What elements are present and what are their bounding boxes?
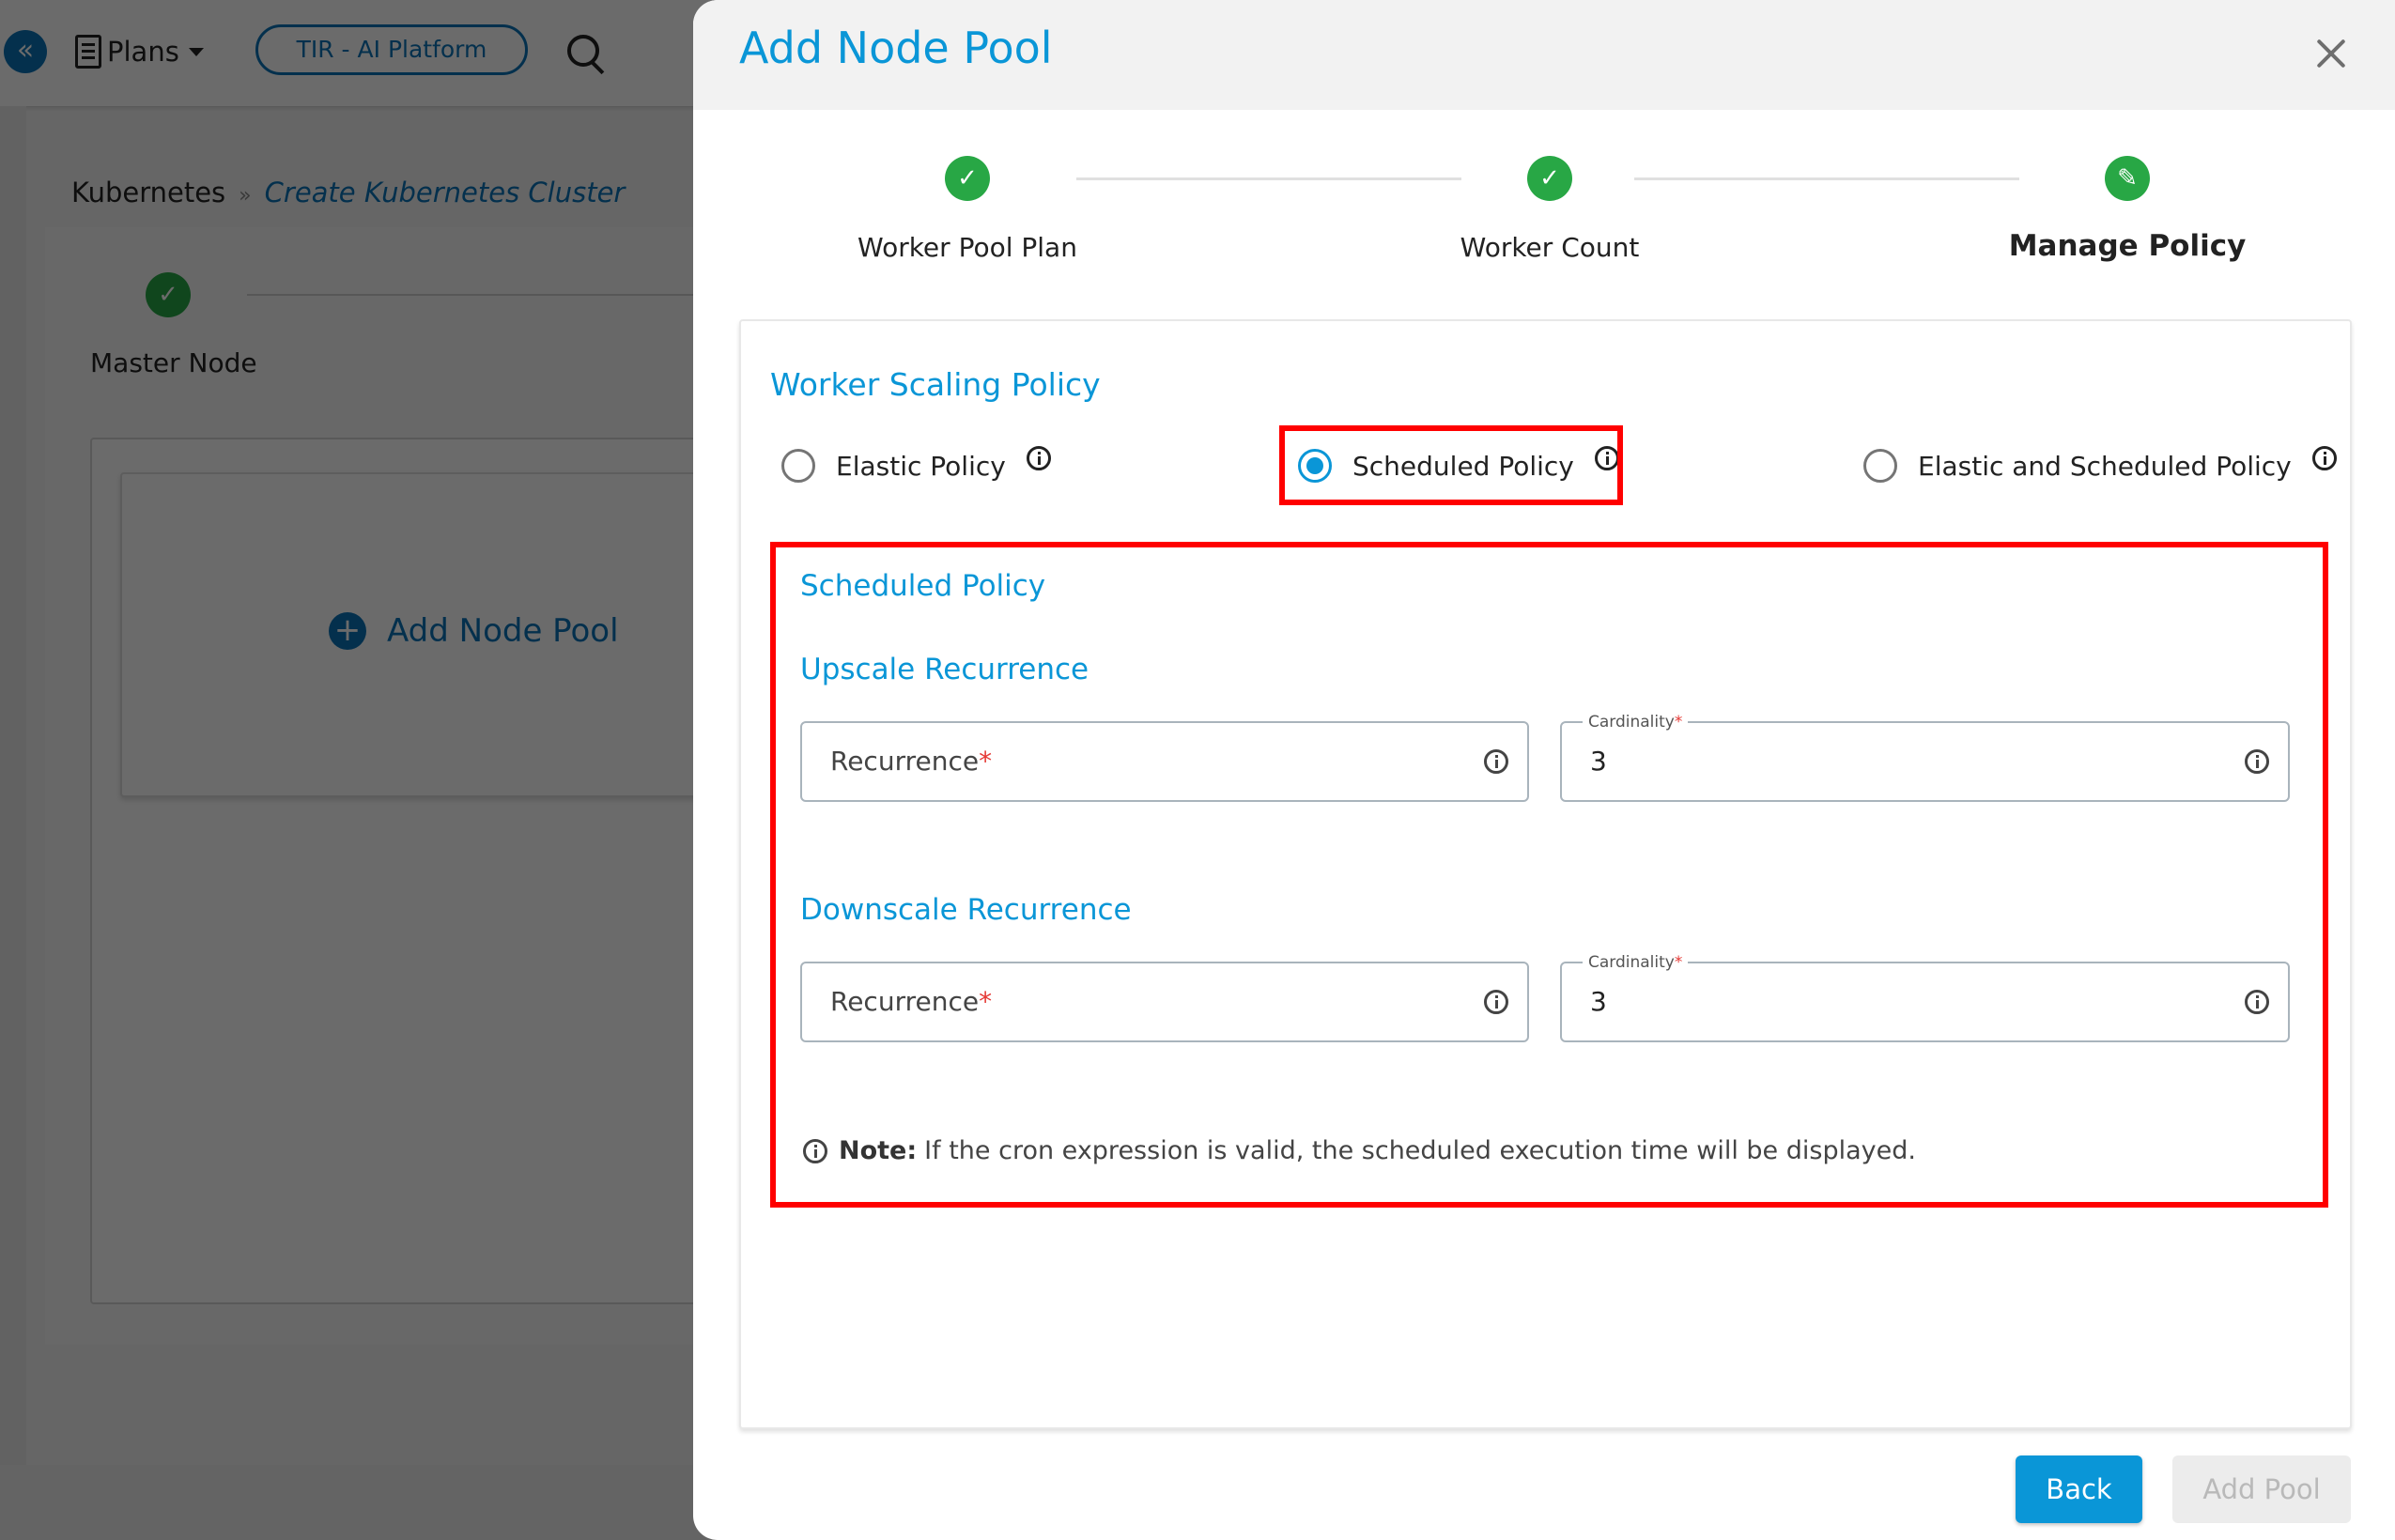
recurrence-placeholder: Recurrence*: [830, 746, 993, 777]
cardinality-value: 3: [1590, 746, 1607, 777]
recurrence-placeholder: Recurrence*: [830, 986, 993, 1017]
downscale-recurrence-title: Downscale Recurrence: [800, 893, 1132, 927]
cardinality-value: 3: [1590, 986, 1607, 1017]
info-icon[interactable]: [2311, 446, 2337, 470]
step-label-manage-policy: Manage Policy: [2008, 229, 2247, 263]
back-button[interactable]: Back: [2016, 1455, 2142, 1523]
step-label-worker-pool-plan: Worker Pool Plan: [858, 232, 1077, 263]
info-icon[interactable]: [1484, 990, 1508, 1014]
downscale-recurrence-input[interactable]: Recurrence*: [800, 962, 1529, 1042]
cardinality-label: Cardinality*: [1583, 713, 1689, 732]
radio-elastic-and-scheduled-policy[interactable]: Elastic and Scheduled Policy: [1863, 444, 2337, 487]
step-worker-pool-plan-check-icon: ✓: [945, 156, 990, 201]
info-icon[interactable]: [1484, 749, 1508, 774]
radio-scheduled-policy[interactable]: Scheduled Policy: [1298, 444, 1619, 487]
note-label: Note:: [839, 1136, 918, 1165]
upscale-cardinality-input[interactable]: Cardinality* 3: [1560, 713, 2290, 802]
cardinality-label: Cardinality*: [1583, 953, 1689, 972]
upscale-recurrence-title: Upscale Recurrence: [800, 653, 1089, 686]
step-worker-count-check-icon: ✓: [1527, 156, 1572, 201]
add-pool-button[interactable]: Add Pool: [2172, 1455, 2351, 1523]
scheduled-policy-title: Scheduled Policy: [800, 569, 1046, 603]
info-icon[interactable]: [2245, 990, 2269, 1014]
radio-elastic-policy[interactable]: Elastic Policy: [781, 444, 1051, 487]
upscale-recurrence-input[interactable]: Recurrence*: [800, 721, 1529, 802]
stepper-connector: [1076, 177, 1461, 180]
radio-label: Elastic Policy: [836, 450, 1006, 482]
info-icon[interactable]: [2245, 749, 2269, 774]
step-label-worker-count: Worker Count: [1460, 232, 1640, 263]
info-icon: [803, 1138, 827, 1163]
radio-label: Scheduled Policy: [1352, 450, 1574, 482]
drawer-title: Add Node Pool: [739, 23, 1053, 73]
downscale-cardinality-input[interactable]: Cardinality* 3: [1560, 953, 2290, 1042]
info-icon[interactable]: [1026, 446, 1051, 470]
worker-scaling-policy-title: Worker Scaling Policy: [770, 366, 1101, 403]
radio-button[interactable]: [1863, 449, 1897, 483]
stepper-connector: [1634, 177, 2019, 180]
cron-note: Note: If the cron expression is valid, t…: [803, 1136, 1916, 1165]
info-icon[interactable]: [1594, 446, 1619, 470]
drawer-header: Add Node Pool: [693, 0, 2395, 110]
radio-label: Elastic and Scheduled Policy: [1918, 450, 2292, 482]
note-text: If the cron expression is valid, the sch…: [924, 1136, 1916, 1165]
step-manage-policy-pencil-icon: ✎: [2105, 156, 2150, 201]
radio-button[interactable]: [781, 449, 815, 483]
radio-button[interactable]: [1298, 449, 1332, 483]
close-icon[interactable]: [2315, 38, 2347, 69]
